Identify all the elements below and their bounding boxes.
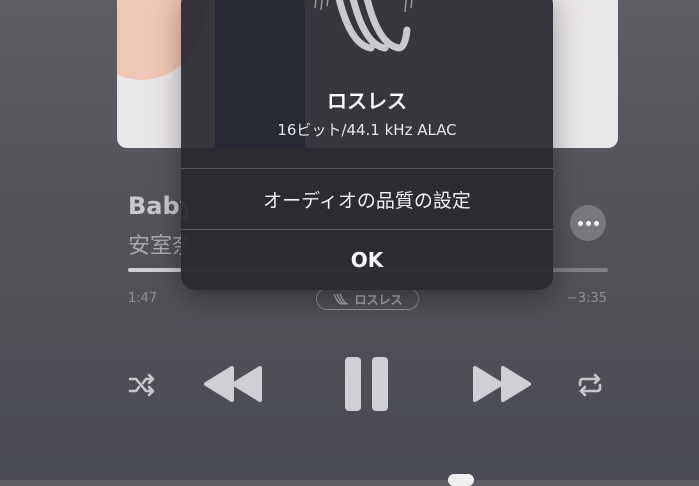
lossless-badge-label: ロスレス (354, 292, 403, 307)
ellipsis-icon (577, 220, 583, 226)
rewind-button[interactable] (204, 364, 264, 408)
elapsed-time: 1:47 (128, 291, 158, 306)
pause-icon (345, 357, 388, 411)
repeat-icon (578, 373, 602, 397)
ellipsis-dot (593, 220, 599, 226)
lossless-badge[interactable]: ロスレス (316, 288, 419, 310)
lossless-dialog: ロスレス 16ビット/44.1 kHz ALAC オーディオの品質の設定 OK (181, 0, 553, 290)
forward-icon (473, 366, 531, 402)
rewind-icon (204, 366, 262, 402)
lossless-logo-icon (314, 0, 413, 52)
repeat-button[interactable] (576, 373, 604, 401)
progress-fill (128, 268, 181, 272)
volume-knob[interactable] (448, 474, 474, 486)
shuffle-icon (128, 373, 155, 397)
remaining-time: −3:35 (566, 291, 607, 306)
ok-button[interactable]: OK (181, 230, 553, 290)
track-artist[interactable]: 安室奈 (128, 228, 188, 260)
shuffle-button[interactable] (128, 373, 156, 401)
track-title: Baby (128, 192, 188, 220)
forward-button[interactable] (471, 364, 531, 408)
pause-button[interactable] (343, 355, 391, 417)
lossless-icon (333, 293, 349, 305)
ellipsis-dot (585, 220, 591, 226)
dialog-title: ロスレス (327, 89, 407, 113)
dialog-subtitle: 16ビット/44.1 kHz ALAC (277, 121, 457, 139)
audio-quality-settings-button[interactable]: オーディオの品質の設定 (181, 169, 553, 229)
more-options-button[interactable] (570, 205, 606, 241)
